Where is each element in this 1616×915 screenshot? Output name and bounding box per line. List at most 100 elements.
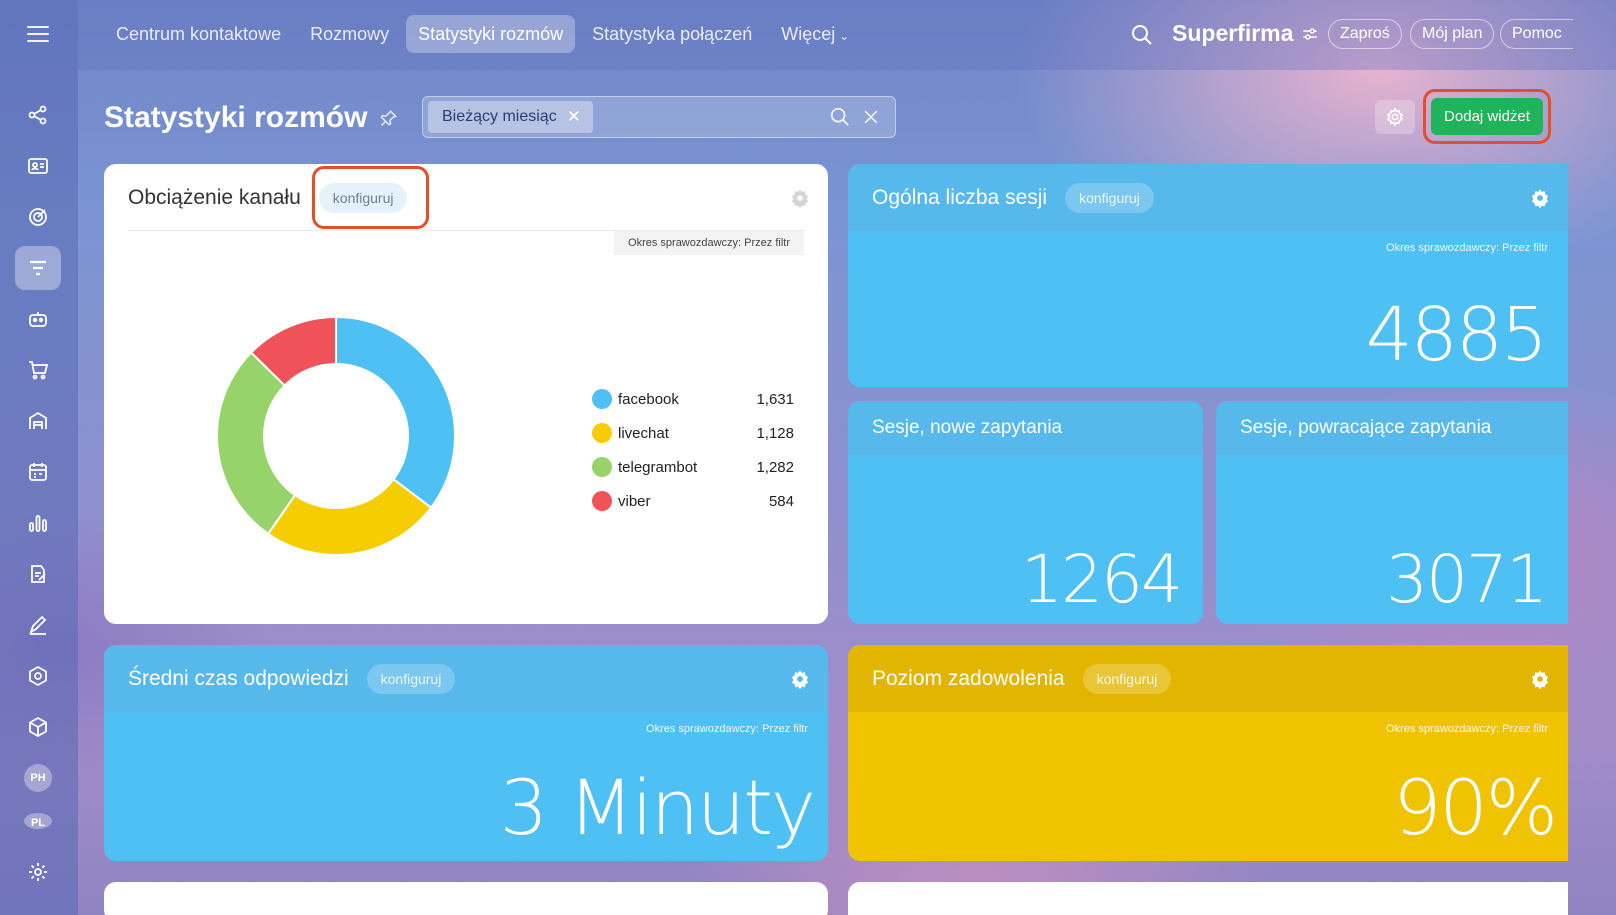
close-icon[interactable]: ✕ bbox=[567, 101, 581, 133]
filter-funnel-icon bbox=[30, 260, 46, 276]
legend-item-facebook[interactable]: facebook 1,631 bbox=[592, 382, 794, 416]
sidebar-item-contact-center[interactable] bbox=[15, 246, 61, 290]
donut-slice-facebook[interactable] bbox=[335, 315, 456, 509]
bar-chart-icon bbox=[29, 515, 47, 532]
total-sessions-value: 4885 bbox=[1365, 292, 1548, 378]
invite-button[interactable]: Zaproś bbox=[1328, 19, 1402, 49]
add-widget-button[interactable]: Dodaj widżet bbox=[1431, 98, 1543, 135]
highlight-outline bbox=[312, 166, 429, 229]
connections-icon bbox=[28, 105, 47, 125]
document-edit-icon bbox=[31, 565, 46, 583]
warehouse-icon bbox=[29, 411, 47, 429]
widget-new-sessions: Sesje, nowe zapytania 1264 bbox=[848, 401, 1203, 624]
filter-actions bbox=[829, 106, 881, 128]
legend-item-livechat[interactable]: livechat 1,128 bbox=[592, 416, 794, 450]
calendar-icon bbox=[29, 463, 47, 481]
legend-dot bbox=[592, 491, 612, 511]
tab-contact-center[interactable]: Centrum kontaktowe bbox=[104, 15, 293, 53]
legend-label: telegrambot bbox=[618, 458, 698, 476]
legend-value: 584 bbox=[768, 492, 794, 510]
gear-icon bbox=[29, 863, 47, 881]
report-period-label: Okres sprawozdawczy: Przez filtr bbox=[1386, 723, 1548, 735]
satisfaction-value: 90% bbox=[1393, 763, 1558, 852]
page-title-text: Statystyki rozmów bbox=[104, 101, 368, 134]
help-button[interactable]: Pomoc bbox=[1500, 19, 1573, 49]
widget-partial bbox=[104, 882, 828, 915]
widget-header: Poziom zadowolenia konfiguruj bbox=[848, 645, 1568, 712]
menu-icon[interactable] bbox=[27, 26, 49, 42]
left-sidebar: PH PL bbox=[0, 0, 78, 915]
company-name[interactable]: Superfirma bbox=[1172, 20, 1319, 47]
legend-dot bbox=[592, 423, 612, 443]
widget-title: Średni czas odpowiedzi bbox=[128, 666, 349, 690]
tab-call-stats[interactable]: Statystyka połączeń bbox=[580, 15, 764, 53]
target-icon bbox=[29, 208, 47, 226]
new-sessions-value: 1264 bbox=[1021, 541, 1183, 618]
sidebar-item-shop[interactable] bbox=[15, 348, 61, 392]
company-name-label: Superfirma bbox=[1172, 20, 1294, 46]
chart-legend: facebook 1,631 livechat 1,128 telegrambot 1,2… bbox=[592, 382, 794, 518]
widget-channel-load: Obciążenie kanału konfiguruj Okres spraw… bbox=[104, 164, 828, 624]
sidebar-item-contacts[interactable] bbox=[15, 144, 61, 188]
sidebar-item-market[interactable] bbox=[15, 705, 61, 749]
pin-icon[interactable] bbox=[379, 108, 399, 128]
widget-avg-response: Średni czas odpowiedzi konfiguruj Okres … bbox=[104, 645, 828, 861]
gear-icon[interactable] bbox=[1530, 669, 1550, 689]
sidebar-item-connections[interactable] bbox=[15, 93, 61, 137]
sidebar-item-bots[interactable] bbox=[15, 297, 61, 341]
configure-button[interactable]: konfiguruj bbox=[1082, 663, 1172, 694]
filter-search-box[interactable]: Bieżący miesiąc ✕ bbox=[422, 96, 896, 138]
legend-label: livechat bbox=[618, 424, 669, 442]
pen-icon bbox=[29, 615, 47, 635]
avatar[interactable]: PH bbox=[24, 764, 52, 792]
report-period-label: Okres sprawozdawczy: Przez filtr bbox=[614, 231, 804, 255]
page-settings-button[interactable] bbox=[1375, 100, 1415, 134]
legend-label: facebook bbox=[618, 390, 679, 408]
donut-slice-livechat[interactable] bbox=[266, 477, 433, 556]
widget-header: Sesje, powracające zapytania bbox=[1216, 401, 1568, 455]
tab-more[interactable]: Więcej ⌄ bbox=[769, 15, 861, 53]
legend-value: 1,128 bbox=[756, 424, 794, 442]
chevron-down-icon: ⌄ bbox=[839, 29, 850, 43]
my-plan-button[interactable]: Mój plan bbox=[1410, 19, 1495, 49]
sidebar-item-calendar[interactable] bbox=[15, 450, 61, 494]
legend-dot bbox=[592, 457, 612, 477]
tab-conversation-stats[interactable]: Statystyki rozmów bbox=[406, 15, 576, 53]
widget-partial bbox=[848, 882, 1568, 915]
sidebar-item-settings[interactable] bbox=[15, 850, 61, 894]
widget-returning-sessions: Sesje, powracające zapytania 3071 bbox=[1216, 401, 1568, 624]
widget-title: Obciążenie kanału bbox=[128, 185, 301, 209]
gear-icon[interactable] bbox=[790, 669, 810, 689]
report-period-label: Okres sprawozdawczy: Przez filtr bbox=[1386, 242, 1548, 254]
report-period-label: Okres sprawozdawczy: Przez filtr bbox=[646, 723, 808, 735]
sidebar-item-goals[interactable] bbox=[15, 195, 61, 239]
box-icon bbox=[29, 716, 47, 738]
legend-label: viber bbox=[618, 492, 651, 510]
tab-conversations[interactable]: Rozmowy bbox=[298, 15, 401, 53]
search-icon[interactable] bbox=[1130, 23, 1154, 47]
sidebar-item-documents[interactable] bbox=[15, 552, 61, 596]
clear-icon[interactable] bbox=[861, 106, 881, 128]
search-icon[interactable] bbox=[829, 106, 851, 128]
sidebar-item-warehouse[interactable] bbox=[15, 399, 61, 443]
gear-icon[interactable] bbox=[790, 188, 810, 208]
widget-title: Poziom zadowolenia bbox=[872, 666, 1065, 690]
widget-header: Sesje, nowe zapytania bbox=[848, 401, 1203, 455]
tab-more-label: Więcej bbox=[781, 24, 836, 44]
robot-icon bbox=[29, 312, 47, 327]
legend-value: 1,282 bbox=[756, 458, 794, 476]
configure-button[interactable]: konfiguruj bbox=[366, 663, 456, 694]
legend-item-telegrambot[interactable]: telegrambot 1,282 bbox=[592, 450, 794, 484]
legend-value: 1,631 bbox=[756, 390, 794, 408]
sidebar-item-analytics[interactable] bbox=[15, 501, 61, 545]
gear-icon[interactable] bbox=[1530, 188, 1550, 208]
sidebar-item-integrations[interactable] bbox=[15, 654, 61, 698]
configure-button[interactable]: konfiguruj bbox=[1065, 182, 1154, 213]
returning-sessions-value: 3071 bbox=[1386, 541, 1548, 618]
filter-chip[interactable]: Bieżący miesiąc ✕ bbox=[428, 101, 593, 133]
avatar[interactable]: PL bbox=[24, 813, 52, 829]
legend-item-viber[interactable]: viber 584 bbox=[592, 484, 794, 518]
sidebar-item-sign[interactable] bbox=[15, 603, 61, 647]
widget-title: Sesje, powracające zapytania bbox=[1240, 417, 1492, 438]
settings-sliders-icon bbox=[1303, 27, 1318, 40]
